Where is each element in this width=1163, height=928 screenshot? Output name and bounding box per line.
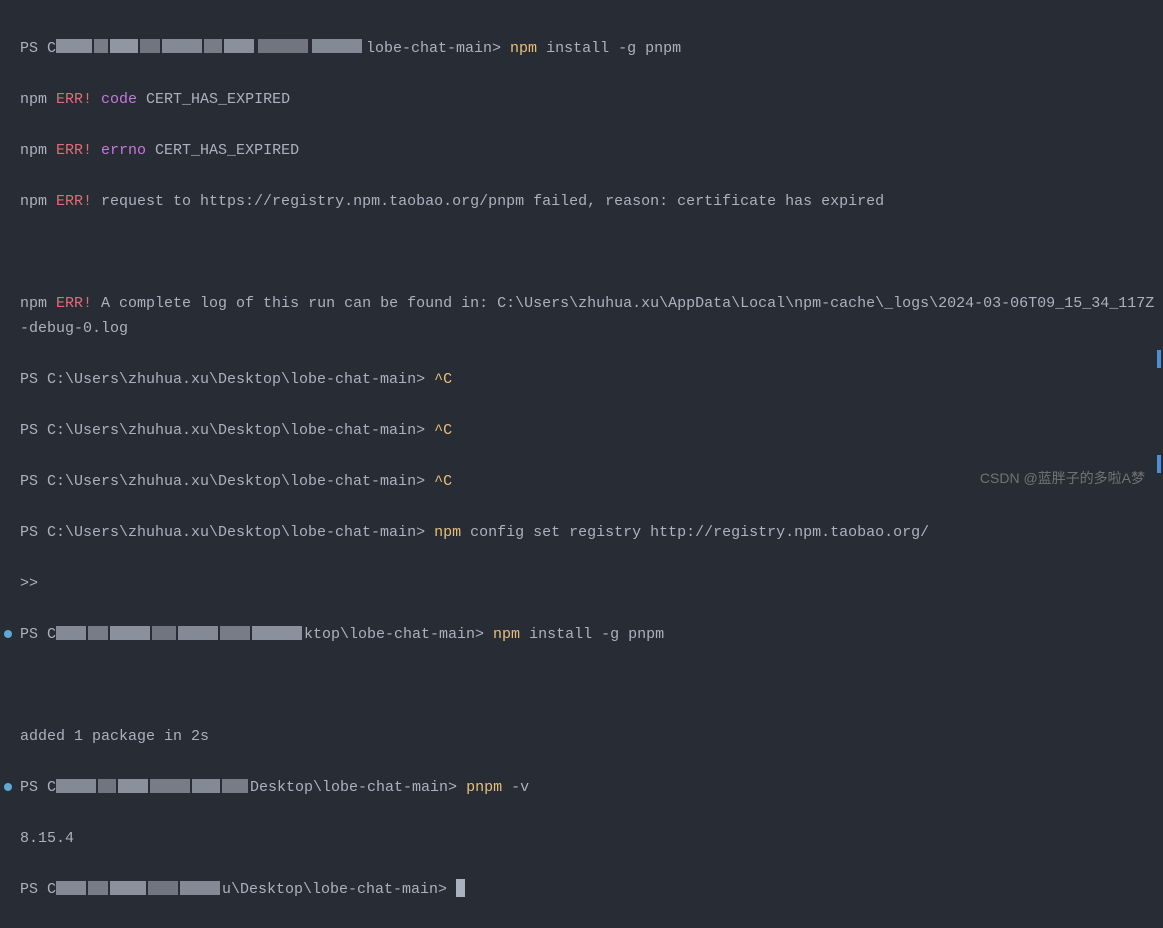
err-mark: ERR! [56, 295, 92, 312]
version-output: 8.15.4 [20, 830, 74, 847]
terminal-line: PS C:\Users\zhuhua.xu\Desktop\lobe-chat-… [20, 367, 1163, 393]
err-mark: ERR! [56, 193, 92, 210]
command-args: install -g pnpm [537, 40, 681, 57]
blank-line [20, 673, 1163, 699]
continuation-prompt: >> [20, 571, 1163, 597]
terminal-line: PS C lobe-chat-main> npm install -g pnpm [20, 36, 1163, 62]
continuation: >> [20, 575, 38, 592]
redacted-block [56, 39, 366, 53]
scrollbar-marker[interactable] [1157, 455, 1161, 473]
ctrl-c: ^C [434, 473, 452, 490]
change-marker-icon [4, 783, 12, 791]
npm-label: npm [20, 91, 56, 108]
prompt-suffix: Desktop\lobe-chat-main> [250, 779, 466, 796]
ps-prompt: PS C:\Users\zhuhua.xu\Desktop\lobe-chat-… [20, 524, 434, 541]
ps-prompt: PS C:\Users\zhuhua.xu\Desktop\lobe-chat-… [20, 422, 434, 439]
terminal-line: npm ERR! A complete log of this run can … [20, 291, 1163, 342]
cursor[interactable] [456, 879, 465, 897]
ps-prompt: PS C [20, 881, 56, 898]
terminal-line: PS C Desktop\lobe-chat-main> pnpm -v [20, 775, 1163, 801]
npm-command: npm [434, 524, 461, 541]
redacted-block [56, 881, 222, 895]
npm-label: npm [20, 295, 56, 312]
terminal-line: PS C u\Desktop\lobe-chat-main> [20, 877, 1163, 903]
err-message: request to https://registry.npm.taobao.o… [92, 193, 884, 210]
terminal-line: PS C:\Users\zhuhua.xu\Desktop\lobe-chat-… [20, 469, 1163, 495]
err-mark: ERR! [56, 91, 92, 108]
prompt-suffix: u\Desktop\lobe-chat-main> [222, 881, 456, 898]
terminal-line: added 1 package in 2s [20, 724, 1163, 750]
npm-command: npm [510, 40, 537, 57]
ps-prompt: PS C:\Users\zhuhua.xu\Desktop\lobe-chat-… [20, 473, 434, 490]
redacted-block [56, 626, 304, 640]
terminal-line: PS C:\Users\zhuhua.xu\Desktop\lobe-chat-… [20, 520, 1163, 546]
terminal-line: PS C ktop\lobe-chat-main> npm install -g … [20, 622, 1163, 648]
ctrl-c: ^C [434, 371, 452, 388]
pnpm-command: pnpm [466, 779, 502, 796]
ps-prompt: PS C [20, 779, 56, 796]
err-value: CERT_HAS_EXPIRED [146, 142, 299, 159]
terminal-line: npm ERR! code CERT_HAS_EXPIRED [20, 87, 1163, 113]
blank-line [20, 240, 1163, 266]
npm-command: npm [493, 626, 520, 643]
terminal-output[interactable]: PS Clobe-chat-main> npm install -g pnpm … [20, 10, 1163, 928]
terminal-line: npm ERR! request to https://registry.npm… [20, 189, 1163, 215]
version-flag: -v [502, 779, 529, 796]
err-key: code [92, 91, 137, 108]
terminal-line: npm ERR! errno CERT_HAS_EXPIRED [20, 138, 1163, 164]
ps-prompt: PS C [20, 626, 56, 643]
terminal-line: 8.15.4 [20, 826, 1163, 852]
err-mark: ERR! [56, 142, 92, 159]
npm-label: npm [20, 193, 56, 210]
ps-prompt: PS C [20, 40, 56, 57]
scrollbar-marker[interactable] [1157, 350, 1161, 368]
command-args: config set registry http://registry.npm.… [461, 524, 929, 541]
err-key: errno [92, 142, 146, 159]
install-output: added 1 package in 2s [20, 728, 209, 745]
terminal-line: PS C:\Users\zhuhua.xu\Desktop\lobe-chat-… [20, 418, 1163, 444]
err-value: CERT_HAS_EXPIRED [137, 91, 290, 108]
ctrl-c: ^C [434, 422, 452, 439]
command-args: install -g pnpm [520, 626, 664, 643]
prompt-suffix: ktop\lobe-chat-main> [304, 626, 493, 643]
prompt-suffix: lobe-chat-main> [366, 40, 510, 57]
redacted-block [56, 779, 250, 793]
npm-label: npm [20, 142, 56, 159]
err-message: A complete log of this run can be found … [20, 295, 1154, 338]
ps-prompt: PS C:\Users\zhuhua.xu\Desktop\lobe-chat-… [20, 371, 434, 388]
change-marker-icon [4, 630, 12, 638]
